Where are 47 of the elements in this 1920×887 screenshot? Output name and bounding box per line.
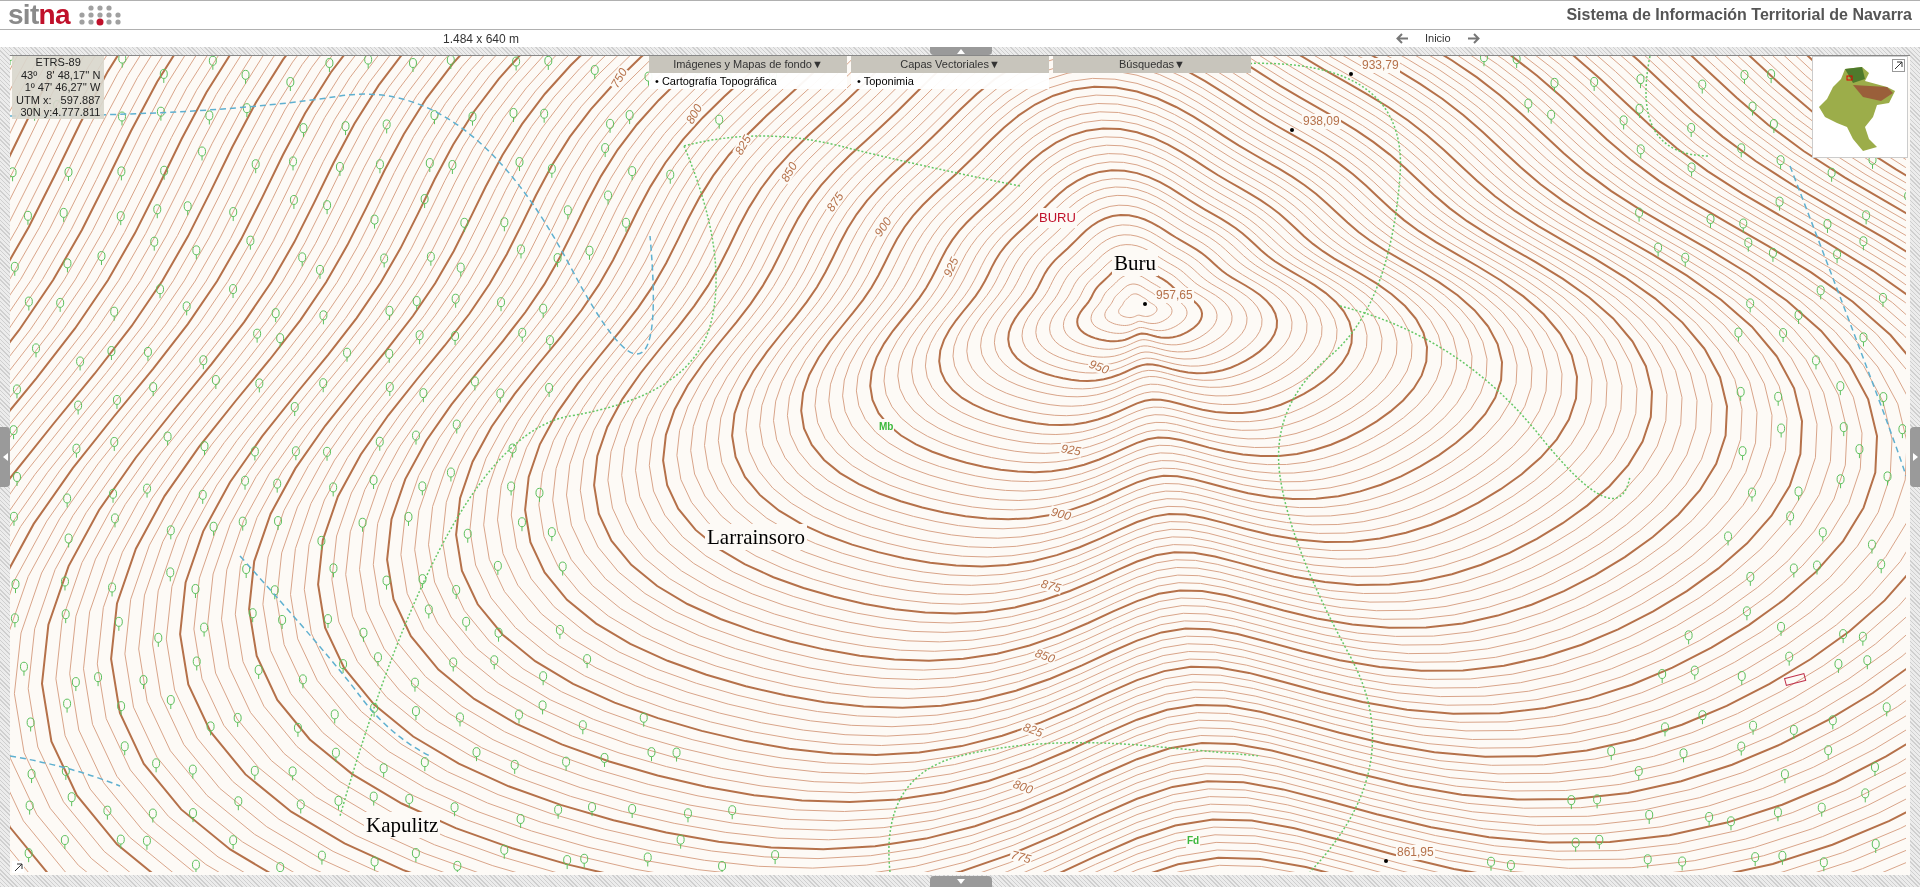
collapse-top-handle[interactable] [930,47,992,55]
layer-menu-header[interactable]: Búsquedas▼ [1053,56,1251,73]
logo-wordmark: sitna [8,1,70,29]
layer-menu-header[interactable]: Imágenes y Mapas de fondo▼ [649,56,847,73]
vegetation-code-label: Fd [1186,833,1201,848]
expand-icon[interactable] [1892,59,1905,72]
app-title: Sistema de Información Territorial de Navarra [1566,5,1912,25]
coordinate-readout: 43º 8' 48,17'' N [20,68,101,81]
coordinate-readout: UTM x: 597.887 [16,93,101,106]
overview-map[interactable] [1812,56,1908,158]
contour-elevation-label: 900 [1048,505,1074,523]
place-name-label: Larrainsoro [705,524,807,551]
collapse-right-handle[interactable] [1910,427,1920,487]
spot-height-label: 938,09 [1302,114,1341,129]
contour-elevation-label: 800 [683,101,705,127]
contour-elevation-label: 775 [1008,848,1034,866]
right-arrow-icon [1466,33,1480,44]
contour-elevation-label: 925 [1059,442,1083,458]
contour-elevation-label: 800 [1010,777,1036,797]
contour-elevation-label: 875 [1038,577,1064,595]
layer-menu-header[interactable]: Capas Vectoriales▼ [851,56,1049,73]
contour-elevation-label: 850 [1032,646,1058,666]
logo-dots-icon [77,4,122,26]
place-name-label: Buru [1112,250,1158,277]
vegetation-code-label: Mb [878,419,895,434]
spot-height-label: 933,79 [1361,58,1400,73]
collapse-bottom-handle[interactable] [930,876,992,887]
active-layer-item[interactable]: • Cartografía Topográfica [655,74,841,88]
map-scale-text: 1.484 x 640 m [443,30,520,48]
active-layer-item[interactable]: • Toponimia [857,74,1043,88]
coordinate-readout: 1º 47' 46,27'' W [24,81,101,94]
forward-arrow-button[interactable] [1466,33,1480,44]
spot-height-label: 861,95 [1396,845,1435,860]
spot-height-label: 957,65 [1155,288,1194,303]
coordinate-readout: 30N y:4.777.811 [20,106,101,119]
contour-elevation-label: 750 [608,65,630,91]
toponym-label: BURU [1038,208,1077,228]
left-arrow-icon [1396,33,1409,44]
contour-elevation-label: 825 [1020,720,1046,740]
collapse-left-handle[interactable] [0,427,10,487]
expand-corner-icon[interactable] [12,861,24,873]
contour-elevation-label: 850 [778,159,800,185]
back-arrow-button[interactable] [1396,33,1409,44]
contour-elevation-label: 950 [1086,357,1112,377]
place-name-label: Kapulitz [364,812,441,839]
datum-label: ETRS-89 [35,56,81,69]
home-view-link[interactable]: Inicio [1425,30,1451,47]
